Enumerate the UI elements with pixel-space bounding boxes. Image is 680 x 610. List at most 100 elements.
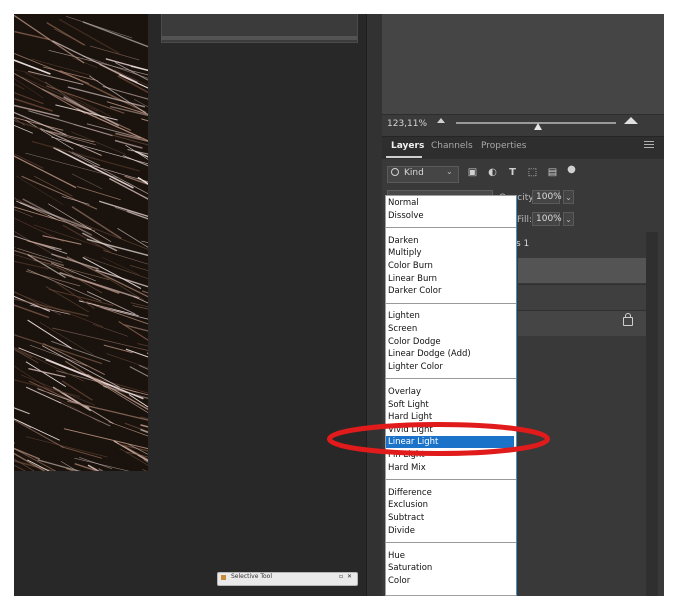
type-layer-filter-icon[interactable]: T — [507, 167, 518, 178]
panel-menu-icon[interactable] — [644, 141, 654, 150]
zoom-out-mountain-icon[interactable] — [437, 118, 445, 123]
navigator-preview[interactable] — [382, 14, 664, 115]
tab-channels[interactable]: Channels — [431, 141, 473, 151]
blend-mode-item[interactable]: Subtract — [386, 512, 514, 524]
hair-strand — [117, 228, 148, 248]
hair-strand — [76, 107, 148, 142]
hair-strand — [14, 91, 44, 105]
panel-divider[interactable] — [366, 14, 383, 596]
blend-mode-item[interactable]: Saturation — [386, 562, 514, 574]
hair-strand — [14, 116, 64, 131]
hair-strand — [39, 322, 94, 356]
document-scrollbar[interactable] — [161, 36, 357, 40]
close-icon[interactable]: ✕ — [347, 573, 352, 580]
hair-strand — [25, 270, 81, 287]
hair-strand — [100, 307, 148, 320]
hair-strand — [25, 436, 108, 458]
search-icon — [391, 168, 399, 176]
hair-strand — [27, 319, 72, 349]
blend-mode-item[interactable]: Soft Light — [386, 399, 514, 411]
blend-mode-item[interactable]: Linear Burn — [386, 273, 514, 285]
blend-mode-item[interactable]: Lighten — [386, 310, 514, 322]
blend-mode-item[interactable]: Screen — [386, 323, 514, 335]
blend-mode-item[interactable]: Hue — [386, 550, 514, 562]
blend-mode-item[interactable]: Divide — [386, 525, 514, 537]
hair-strand — [61, 196, 90, 205]
hair-strand — [14, 304, 50, 319]
menu-separator — [386, 479, 516, 481]
hair-strand — [34, 175, 73, 197]
hair-strand — [106, 353, 148, 369]
blend-mode-item[interactable]: Color Dodge — [386, 336, 514, 348]
zoom-value[interactable]: 123,11% — [387, 119, 427, 129]
hair-strand — [66, 16, 133, 39]
blend-mode-item[interactable]: Color Burn — [386, 260, 514, 272]
hair-strand — [14, 298, 89, 317]
zoom-slider-thumb[interactable] — [534, 123, 542, 130]
hair-strand — [129, 265, 148, 271]
filter-toggle-icon[interactable]: ● — [566, 164, 577, 175]
hair-strand — [14, 349, 39, 364]
hair-strand — [14, 111, 67, 136]
hair-strand — [59, 271, 140, 299]
menu-separator — [386, 542, 516, 544]
blend-mode-item[interactable]: Multiply — [386, 247, 514, 259]
hair-strand — [57, 389, 114, 425]
layer-name-fragment[interactable]: s 1 — [516, 239, 529, 249]
blend-mode-item[interactable]: Darken — [386, 235, 514, 247]
blend-mode-item[interactable]: Linear Dodge (Add) — [386, 348, 514, 360]
hair-strand — [14, 290, 62, 316]
shape-layer-filter-icon[interactable]: ⬚ — [527, 167, 538, 178]
hair-strand — [14, 334, 103, 365]
hair-strand — [99, 200, 148, 218]
layer-row[interactable] — [518, 284, 646, 310]
restore-icon[interactable]: ▫ — [339, 573, 343, 580]
hair-strand — [48, 203, 112, 242]
zoom-in-mountain-icon[interactable] — [624, 117, 638, 124]
tab-properties[interactable]: Properties — [481, 141, 526, 151]
filter-kind-label: Kind — [404, 168, 424, 178]
hair-strand — [14, 464, 27, 471]
blend-mode-item[interactable]: Normal — [386, 197, 514, 209]
blend-mode-item[interactable]: Hard Mix — [386, 462, 514, 474]
blend-mode-item[interactable]: Exclusion — [386, 499, 514, 511]
blend-mode-item[interactable]: Dissolve — [386, 210, 514, 222]
hair-strand — [45, 130, 95, 143]
hair-strand — [143, 459, 148, 463]
opacity-input[interactable]: 100% — [532, 190, 562, 204]
fill-chevron-icon[interactable]: ⌄ — [563, 212, 574, 226]
blend-mode-item[interactable]: Overlay — [386, 386, 514, 398]
hair-strand — [14, 447, 40, 460]
hair-strand — [14, 253, 74, 274]
blend-mode-item[interactable]: Lighter Color — [386, 361, 514, 373]
hair-texture-image — [14, 14, 148, 471]
blend-mode-item[interactable]: Color — [386, 575, 514, 587]
blend-mode-item[interactable]: Darker Color — [386, 285, 514, 297]
pixel-layer-filter-icon[interactable]: ▣ — [467, 167, 478, 178]
fill-input[interactable]: 100% — [532, 212, 562, 226]
hair-strand — [43, 66, 99, 82]
layer-row-selected[interactable] — [518, 258, 646, 283]
menu-separator — [386, 227, 516, 229]
chevron-down-icon: ⌄ — [446, 167, 453, 176]
hair-strand — [14, 78, 44, 99]
panel-scrollbar[interactable] — [646, 232, 658, 596]
adjustment-layer-filter-icon[interactable]: ◐ — [487, 167, 498, 178]
hair-strand — [89, 45, 140, 61]
tab-layers[interactable]: Layers — [391, 141, 424, 151]
blend-mode-item[interactable]: Difference — [386, 487, 514, 499]
active-tab-indicator — [386, 156, 422, 158]
hair-strand — [14, 419, 64, 448]
smart-object-filter-icon[interactable]: ▤ — [547, 167, 558, 178]
hair-strand — [126, 210, 148, 220]
hair-strand — [15, 175, 64, 206]
hair-strand — [82, 232, 118, 252]
menu-separator — [386, 302, 516, 304]
hair-strand — [140, 424, 148, 428]
floating-window-title: Selective Tool — [231, 573, 272, 580]
hair-strand — [142, 469, 147, 471]
hair-strand — [125, 348, 148, 358]
hair-strand — [103, 344, 133, 354]
hair-strand — [74, 457, 130, 471]
opacity-chevron-icon[interactable]: ⌄ — [563, 190, 574, 204]
